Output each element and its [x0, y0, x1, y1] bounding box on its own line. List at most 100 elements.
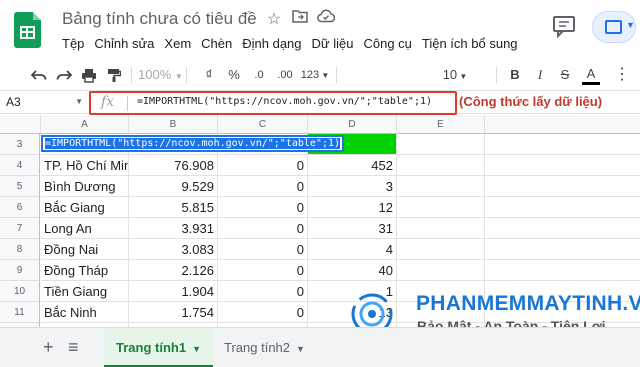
- cell-c[interactable]: 0: [218, 176, 308, 197]
- all-sheets-list-icon[interactable]: ≡: [68, 337, 79, 358]
- menu-format[interactable]: Định dạng: [242, 36, 301, 51]
- present-button[interactable]: ▼: [592, 11, 636, 43]
- tab-sheet2[interactable]: Trang tính2 ▼: [212, 328, 317, 367]
- row-header[interactable]: 7: [0, 218, 40, 239]
- cell-c[interactable]: 0: [218, 239, 308, 260]
- font-size-select[interactable]: 10 ▼: [440, 64, 470, 86]
- cell-d[interactable]: 4: [308, 239, 397, 260]
- chevron-down-icon: ▼: [192, 344, 201, 354]
- cell-b[interactable]: 1.754: [129, 302, 218, 323]
- cell-f[interactable]: [485, 218, 640, 239]
- cell-b[interactable]: 2.126: [129, 260, 218, 281]
- menu-data[interactable]: Dữ liệu: [312, 36, 354, 51]
- cell-f[interactable]: [485, 176, 640, 197]
- column-header-f[interactable]: [485, 115, 640, 134]
- cell-c[interactable]: 0: [218, 260, 308, 281]
- cell-e[interactable]: [397, 155, 485, 176]
- increase-decimal-button[interactable]: .00: [274, 64, 296, 86]
- comment-history-icon[interactable]: [551, 14, 577, 39]
- cell-a[interactable]: Bình Dương: [41, 176, 129, 197]
- column-header-c[interactable]: C: [218, 115, 308, 134]
- cell-b[interactable]: 5.815: [129, 197, 218, 218]
- cell-a[interactable]: Long An: [41, 218, 129, 239]
- column-header-a[interactable]: A: [41, 115, 129, 134]
- cell-a[interactable]: Bắc Giang: [41, 197, 129, 218]
- cell-a[interactable]: Đồng Nai: [41, 239, 129, 260]
- menu-insert[interactable]: Chèn: [201, 36, 232, 51]
- menu-file[interactable]: Tệp: [62, 36, 84, 51]
- cell-b[interactable]: 3.083: [129, 239, 218, 260]
- cell-d[interactable]: 40: [308, 260, 397, 281]
- cell-f[interactable]: [485, 134, 640, 155]
- add-sheet-button[interactable]: +: [43, 337, 54, 358]
- cell-d[interactable]: 452: [308, 155, 397, 176]
- formula-input-box[interactable]: fx =IMPORTHTML("https://ncov.moh.gov.vn/…: [89, 91, 457, 115]
- menu-view[interactable]: Xem: [164, 36, 191, 51]
- name-box[interactable]: A3 ▼: [0, 91, 90, 113]
- row-header[interactable]: 6: [0, 197, 40, 218]
- cell-b[interactable]: 76.908: [129, 155, 218, 176]
- cell-b[interactable]: 3.931: [129, 218, 218, 239]
- cloud-status-icon[interactable]: [316, 9, 336, 28]
- italic-button[interactable]: I: [533, 64, 547, 86]
- menu-tools[interactable]: Công cụ: [363, 36, 411, 51]
- column-header-d[interactable]: D: [308, 115, 397, 134]
- row-header[interactable]: 8: [0, 239, 40, 260]
- redo-icon[interactable]: [55, 64, 73, 86]
- star-icon[interactable]: ☆: [264, 9, 284, 29]
- cell-e[interactable]: [397, 260, 485, 281]
- cell-b[interactable]: 9.529: [129, 176, 218, 197]
- cell-f[interactable]: [485, 155, 640, 176]
- currency-format-button[interactable]: ₫: [202, 64, 216, 86]
- cell-b[interactable]: 1.904: [129, 281, 218, 302]
- menu-edit[interactable]: Chỉnh sửa: [94, 36, 154, 51]
- more-options-icon[interactable]: ⋮: [612, 64, 632, 86]
- row-header[interactable]: 10: [0, 281, 40, 302]
- zoom-select[interactable]: 100% ▼: [138, 64, 183, 86]
- cell-f[interactable]: [485, 260, 640, 281]
- cell-f[interactable]: [485, 239, 640, 260]
- more-formats-select[interactable]: 123 ▼: [300, 64, 330, 86]
- row-header[interactable]: 11: [0, 302, 40, 323]
- cell-d[interactable]: 12: [308, 197, 397, 218]
- cell-c[interactable]: 0: [218, 302, 308, 323]
- undo-icon[interactable]: [30, 64, 48, 86]
- cell-e[interactable]: [397, 218, 485, 239]
- decrease-decimal-button[interactable]: .0: [250, 64, 268, 86]
- text-color-button[interactable]: A: [582, 64, 600, 85]
- cell-d[interactable]: 3: [308, 176, 397, 197]
- cell-e[interactable]: [397, 197, 485, 218]
- row-header[interactable]: 5: [0, 176, 40, 197]
- bold-button[interactable]: B: [507, 64, 523, 86]
- cell-c[interactable]: 0: [218, 218, 308, 239]
- cell-e[interactable]: [397, 239, 485, 260]
- print-icon[interactable]: [80, 64, 98, 86]
- cell-a[interactable]: TP. Hồ Chí Minh: [41, 155, 129, 176]
- cell-a3-formula-editor[interactable]: =IMPORTHTML("https://ncov.moh.gov.vn/";"…: [41, 135, 345, 152]
- document-title[interactable]: Bảng tính chưa có tiêu đề: [62, 9, 257, 29]
- cell-c[interactable]: 0: [218, 155, 308, 176]
- cell-e[interactable]: [397, 176, 485, 197]
- strikethrough-button[interactable]: S: [557, 64, 573, 86]
- sheets-logo-icon[interactable]: [14, 12, 41, 48]
- cell-d[interactable]: 31: [308, 218, 397, 239]
- row-header[interactable]: 9: [0, 260, 40, 281]
- column-header-b[interactable]: B: [129, 115, 218, 134]
- formula-annotation: (Công thức lấy dữ liệu): [459, 94, 603, 109]
- row-header[interactable]: 3: [0, 134, 40, 155]
- tab-sheet1[interactable]: Trang tính1 ▼: [104, 328, 213, 367]
- cell-a[interactable]: Bắc Ninh: [41, 302, 129, 323]
- select-all-corner[interactable]: [0, 115, 41, 134]
- column-header-e[interactable]: E: [397, 115, 485, 134]
- cell-e[interactable]: [397, 134, 485, 155]
- cell-f[interactable]: [485, 197, 640, 218]
- menu-addons[interactable]: Tiện ích bổ sung: [422, 36, 518, 51]
- row-header[interactable]: 4: [0, 155, 40, 176]
- paint-format-icon[interactable]: [105, 64, 123, 86]
- move-folder-icon[interactable]: [290, 9, 310, 28]
- cell-a[interactable]: Đồng Tháp: [41, 260, 129, 281]
- cell-c[interactable]: 0: [218, 197, 308, 218]
- percent-format-button[interactable]: %: [226, 64, 242, 86]
- cell-a[interactable]: Tiền Giang: [41, 281, 129, 302]
- cell-c[interactable]: 0: [218, 281, 308, 302]
